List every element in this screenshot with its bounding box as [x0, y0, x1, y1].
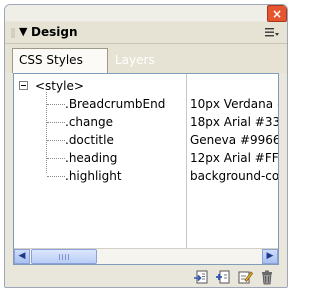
- style-root-label: <style>: [35, 79, 84, 93]
- tree-branch-line: [47, 104, 65, 105]
- selector-row[interactable]: .heading 12px Arial #FFFF: [14, 149, 278, 167]
- new-css-rule-icon[interactable]: [215, 269, 231, 285]
- close-icon: ×: [271, 7, 283, 21]
- selector-properties: 18px Arial #3300: [190, 115, 278, 129]
- panel-title: Design: [31, 25, 78, 39]
- tree-branch-line: [47, 140, 65, 141]
- tree-branch-line: [47, 176, 65, 177]
- window-top-bar: ×: [5, 5, 287, 22]
- selector-row[interactable]: .change 18px Arial #3300: [14, 113, 278, 131]
- collapse-toggle-icon[interactable]: [19, 81, 28, 90]
- panel-title-bar[interactable]: ▼ Design: [5, 22, 287, 44]
- thumb-grip-icon: [59, 254, 69, 260]
- close-button[interactable]: ×: [267, 5, 287, 22]
- selector-properties: Geneva #996699: [190, 133, 278, 147]
- scroll-left-button[interactable]: ◀: [14, 249, 30, 264]
- tree-branch-line: [47, 122, 65, 123]
- drag-grip-icon[interactable]: [11, 28, 15, 38]
- selector-properties: background-color: [190, 169, 278, 183]
- scrollbar-thumb[interactable]: [31, 249, 97, 264]
- arrow-left-icon: ◀: [18, 251, 26, 261]
- attach-style-sheet-icon[interactable]: [193, 269, 209, 285]
- styles-list: <style> .BreadcrumbEnd 10px Verdana #( .…: [13, 73, 279, 265]
- delete-icon[interactable]: [259, 269, 275, 285]
- tree-root-row[interactable]: <style>: [14, 77, 278, 95]
- collapse-arrow-icon[interactable]: ▼: [19, 25, 27, 38]
- horizontal-scrollbar[interactable]: ◀ ▶: [14, 248, 278, 264]
- tab-layers[interactable]: Layers: [115, 53, 155, 67]
- selector-name: .heading: [65, 151, 118, 165]
- selector-row[interactable]: .BreadcrumbEnd 10px Verdana #(: [14, 95, 278, 113]
- selector-name: .doctitle: [65, 133, 114, 147]
- tab-strip: CSS Styles Layers: [5, 44, 287, 73]
- styles-tree: <style> .BreadcrumbEnd 10px Verdana #( .…: [14, 74, 278, 248]
- arrow-right-icon: ▶: [266, 251, 274, 261]
- selector-row[interactable]: .highlight background-color: [14, 167, 278, 185]
- selector-name: .highlight: [65, 169, 122, 183]
- scroll-right-button[interactable]: ▶: [262, 249, 278, 264]
- selector-name: .BreadcrumbEnd: [65, 97, 166, 111]
- tab-css-styles[interactable]: CSS Styles: [12, 48, 108, 73]
- selector-properties: 12px Arial #FFFF: [190, 151, 278, 165]
- panel-footer-toolbar: [5, 267, 287, 287]
- selector-name: .change: [65, 115, 113, 129]
- selector-properties: 10px Verdana #(: [190, 97, 278, 111]
- edit-style-icon[interactable]: [237, 269, 253, 285]
- selector-row[interactable]: .doctitle Geneva #996699: [14, 131, 278, 149]
- css-styles-panel: × ▼ Design CSS Styles Layers <style> .Br…: [4, 4, 288, 288]
- options-menu-icon[interactable]: [265, 27, 279, 38]
- tree-branch-line: [47, 158, 65, 159]
